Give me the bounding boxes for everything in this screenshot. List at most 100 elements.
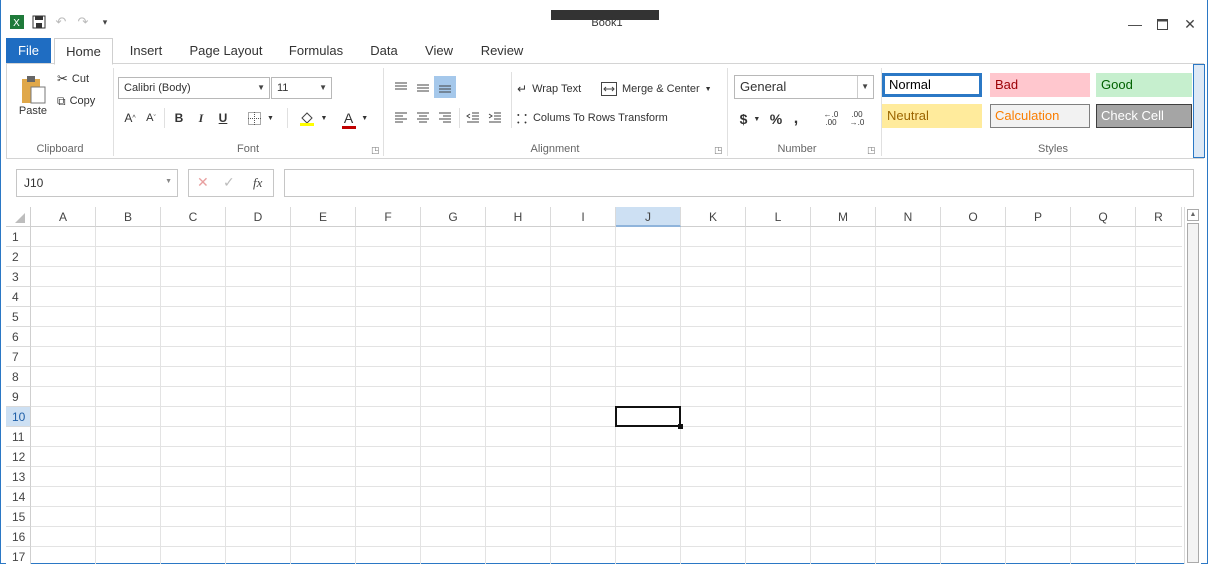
column-header-k[interactable]: K bbox=[681, 207, 746, 227]
close-icon[interactable]: ✕ bbox=[1180, 14, 1200, 34]
wrap-text-button[interactable]: ↵ Wrap Text bbox=[517, 79, 581, 99]
row-header-4[interactable]: 4 bbox=[6, 287, 31, 307]
tab-insert[interactable]: Insert bbox=[119, 38, 173, 64]
column-header-e[interactable]: E bbox=[291, 207, 356, 227]
cell-style-calculation[interactable]: Calculation bbox=[990, 104, 1090, 128]
tab-home[interactable]: Home bbox=[54, 38, 113, 65]
column-header-j[interactable]: J bbox=[616, 207, 681, 227]
column-header-i[interactable]: I bbox=[551, 207, 616, 227]
align-left-icon[interactable] bbox=[391, 108, 411, 128]
align-center-icon[interactable] bbox=[413, 108, 433, 128]
align-middle-icon[interactable] bbox=[413, 78, 433, 98]
save-icon[interactable] bbox=[31, 14, 47, 30]
row-header-10[interactable]: 10 bbox=[6, 407, 31, 427]
row-header-12[interactable]: 12 bbox=[6, 447, 31, 467]
bold-button[interactable]: B bbox=[169, 108, 189, 128]
customize-qat-icon[interactable]: ▾ bbox=[97, 14, 113, 30]
cancel-icon[interactable]: ✕ bbox=[197, 174, 209, 191]
row-header-1[interactable]: 1 bbox=[6, 227, 31, 247]
paste-button[interactable]: Paste bbox=[13, 70, 53, 122]
undo-icon[interactable]: ↶ bbox=[53, 14, 69, 30]
formula-input[interactable] bbox=[284, 169, 1194, 197]
row-header-15[interactable]: 15 bbox=[6, 507, 31, 527]
row-header-17[interactable]: 17 bbox=[6, 547, 31, 564]
tab-page-layout[interactable]: Page Layout bbox=[183, 38, 269, 64]
underline-button[interactable]: U bbox=[213, 108, 233, 128]
italic-button[interactable]: I bbox=[191, 108, 211, 128]
row-header-9[interactable]: 9 bbox=[6, 387, 31, 407]
cell-style-check-cell[interactable]: Check Cell bbox=[1096, 104, 1192, 128]
columns-to-rows-button[interactable]: ⸬ Colums To Rows Transform bbox=[517, 108, 668, 128]
cell-style-good[interactable]: Good bbox=[1096, 73, 1192, 97]
row-header-5[interactable]: 5 bbox=[6, 307, 31, 327]
row-header-13[interactable]: 13 bbox=[6, 467, 31, 487]
increase-decimal-button[interactable]: ←.0 .00 bbox=[819, 108, 843, 130]
row-header-7[interactable]: 7 bbox=[6, 347, 31, 367]
column-header-h[interactable]: H bbox=[486, 207, 551, 227]
grow-font-icon[interactable]: A ^ bbox=[119, 108, 141, 128]
column-header-p[interactable]: P bbox=[1006, 207, 1071, 227]
vertical-scrollbar[interactable]: ▲ bbox=[1184, 207, 1201, 564]
active-cell-selection[interactable] bbox=[615, 406, 681, 427]
cell-style-normal[interactable]: Normal bbox=[882, 73, 982, 97]
column-header-l[interactable]: L bbox=[746, 207, 811, 227]
row-header-16[interactable]: 16 bbox=[6, 527, 31, 547]
shrink-font-icon[interactable]: Aˇ bbox=[141, 108, 161, 128]
row-header-8[interactable]: 8 bbox=[6, 367, 31, 387]
currency-button[interactable]: $ ▼ bbox=[735, 108, 765, 130]
comma-style-button[interactable]: , bbox=[789, 108, 803, 130]
tab-review[interactable]: Review bbox=[473, 38, 531, 64]
dialog-launcher-icon[interactable]: ◳ bbox=[714, 145, 723, 156]
column-header-o[interactable]: O bbox=[941, 207, 1006, 227]
column-header-f[interactable]: F bbox=[356, 207, 421, 227]
column-header-d[interactable]: D bbox=[226, 207, 291, 227]
merge-center-button[interactable]: Merge & Center ▼ bbox=[601, 79, 712, 99]
cell-style-bad[interactable]: Bad bbox=[990, 73, 1090, 97]
worksheet-grid[interactable]: A B C D E F G H I J K L M N O P Q R 1 2 3 4 5 6 7 8 9 10 11 12 13 14 15 1… bbox=[6, 207, 1182, 564]
font-size-select[interactable]: 11 ▼ bbox=[271, 77, 332, 99]
column-header-m[interactable]: M bbox=[811, 207, 876, 227]
row-header-3[interactable]: 3 bbox=[6, 267, 31, 287]
percent-button[interactable]: % bbox=[767, 108, 785, 130]
column-header-g[interactable]: G bbox=[421, 207, 486, 227]
tab-file[interactable]: File bbox=[6, 38, 51, 64]
row-header-2[interactable]: 2 bbox=[6, 247, 31, 267]
tab-data[interactable]: Data bbox=[363, 38, 405, 64]
name-box[interactable]: J10 ▼ bbox=[16, 169, 178, 197]
tab-formulas[interactable]: Formulas bbox=[282, 38, 350, 64]
fill-handle[interactable] bbox=[678, 424, 683, 429]
align-bottom-icon[interactable] bbox=[434, 76, 456, 98]
scroll-thumb[interactable] bbox=[1187, 223, 1199, 563]
minimize-icon[interactable]: — bbox=[1125, 14, 1145, 34]
column-header-a[interactable]: A bbox=[31, 207, 96, 227]
font-name-select[interactable]: Calibri (Body) ▼ bbox=[118, 77, 270, 99]
cut-button[interactable]: ✂ Cut bbox=[57, 70, 89, 88]
row-header-6[interactable]: 6 bbox=[6, 327, 31, 347]
tab-view[interactable]: View bbox=[419, 38, 459, 64]
column-header-n[interactable]: N bbox=[876, 207, 941, 227]
column-header-r[interactable]: R bbox=[1136, 207, 1182, 227]
row-header-11[interactable]: 11 bbox=[6, 427, 31, 447]
scroll-up-icon[interactable]: ▲ bbox=[1187, 209, 1199, 221]
column-header-q[interactable]: Q bbox=[1071, 207, 1136, 227]
redo-icon[interactable]: ↷ bbox=[75, 14, 91, 30]
select-all-corner[interactable] bbox=[6, 207, 31, 227]
dialog-launcher-icon[interactable]: ◳ bbox=[867, 145, 876, 156]
decrease-indent-icon[interactable] bbox=[463, 108, 483, 128]
copy-button[interactable]: ⧉ Copy bbox=[57, 92, 95, 110]
row-header-14[interactable]: 14 bbox=[6, 487, 31, 507]
decrease-decimal-button[interactable]: .00 →.0 bbox=[845, 108, 869, 130]
borders-button[interactable]: ▼ bbox=[243, 108, 279, 128]
font-color-button[interactable]: A ▼ bbox=[337, 108, 375, 129]
column-header-c[interactable]: C bbox=[161, 207, 226, 227]
column-header-b[interactable]: B bbox=[96, 207, 161, 227]
number-format-select[interactable]: General ▼ bbox=[734, 75, 874, 99]
align-right-icon[interactable] bbox=[435, 108, 455, 128]
dialog-launcher-icon[interactable]: ◳ bbox=[371, 145, 380, 156]
increase-indent-icon[interactable] bbox=[485, 108, 505, 128]
confirm-icon[interactable]: ✓ bbox=[223, 174, 235, 191]
fill-color-button[interactable]: ▼ bbox=[293, 108, 333, 128]
maximize-icon[interactable] bbox=[1152, 14, 1172, 34]
align-top-icon[interactable] bbox=[391, 78, 411, 98]
cell-style-neutral[interactable]: Neutral bbox=[882, 104, 982, 128]
